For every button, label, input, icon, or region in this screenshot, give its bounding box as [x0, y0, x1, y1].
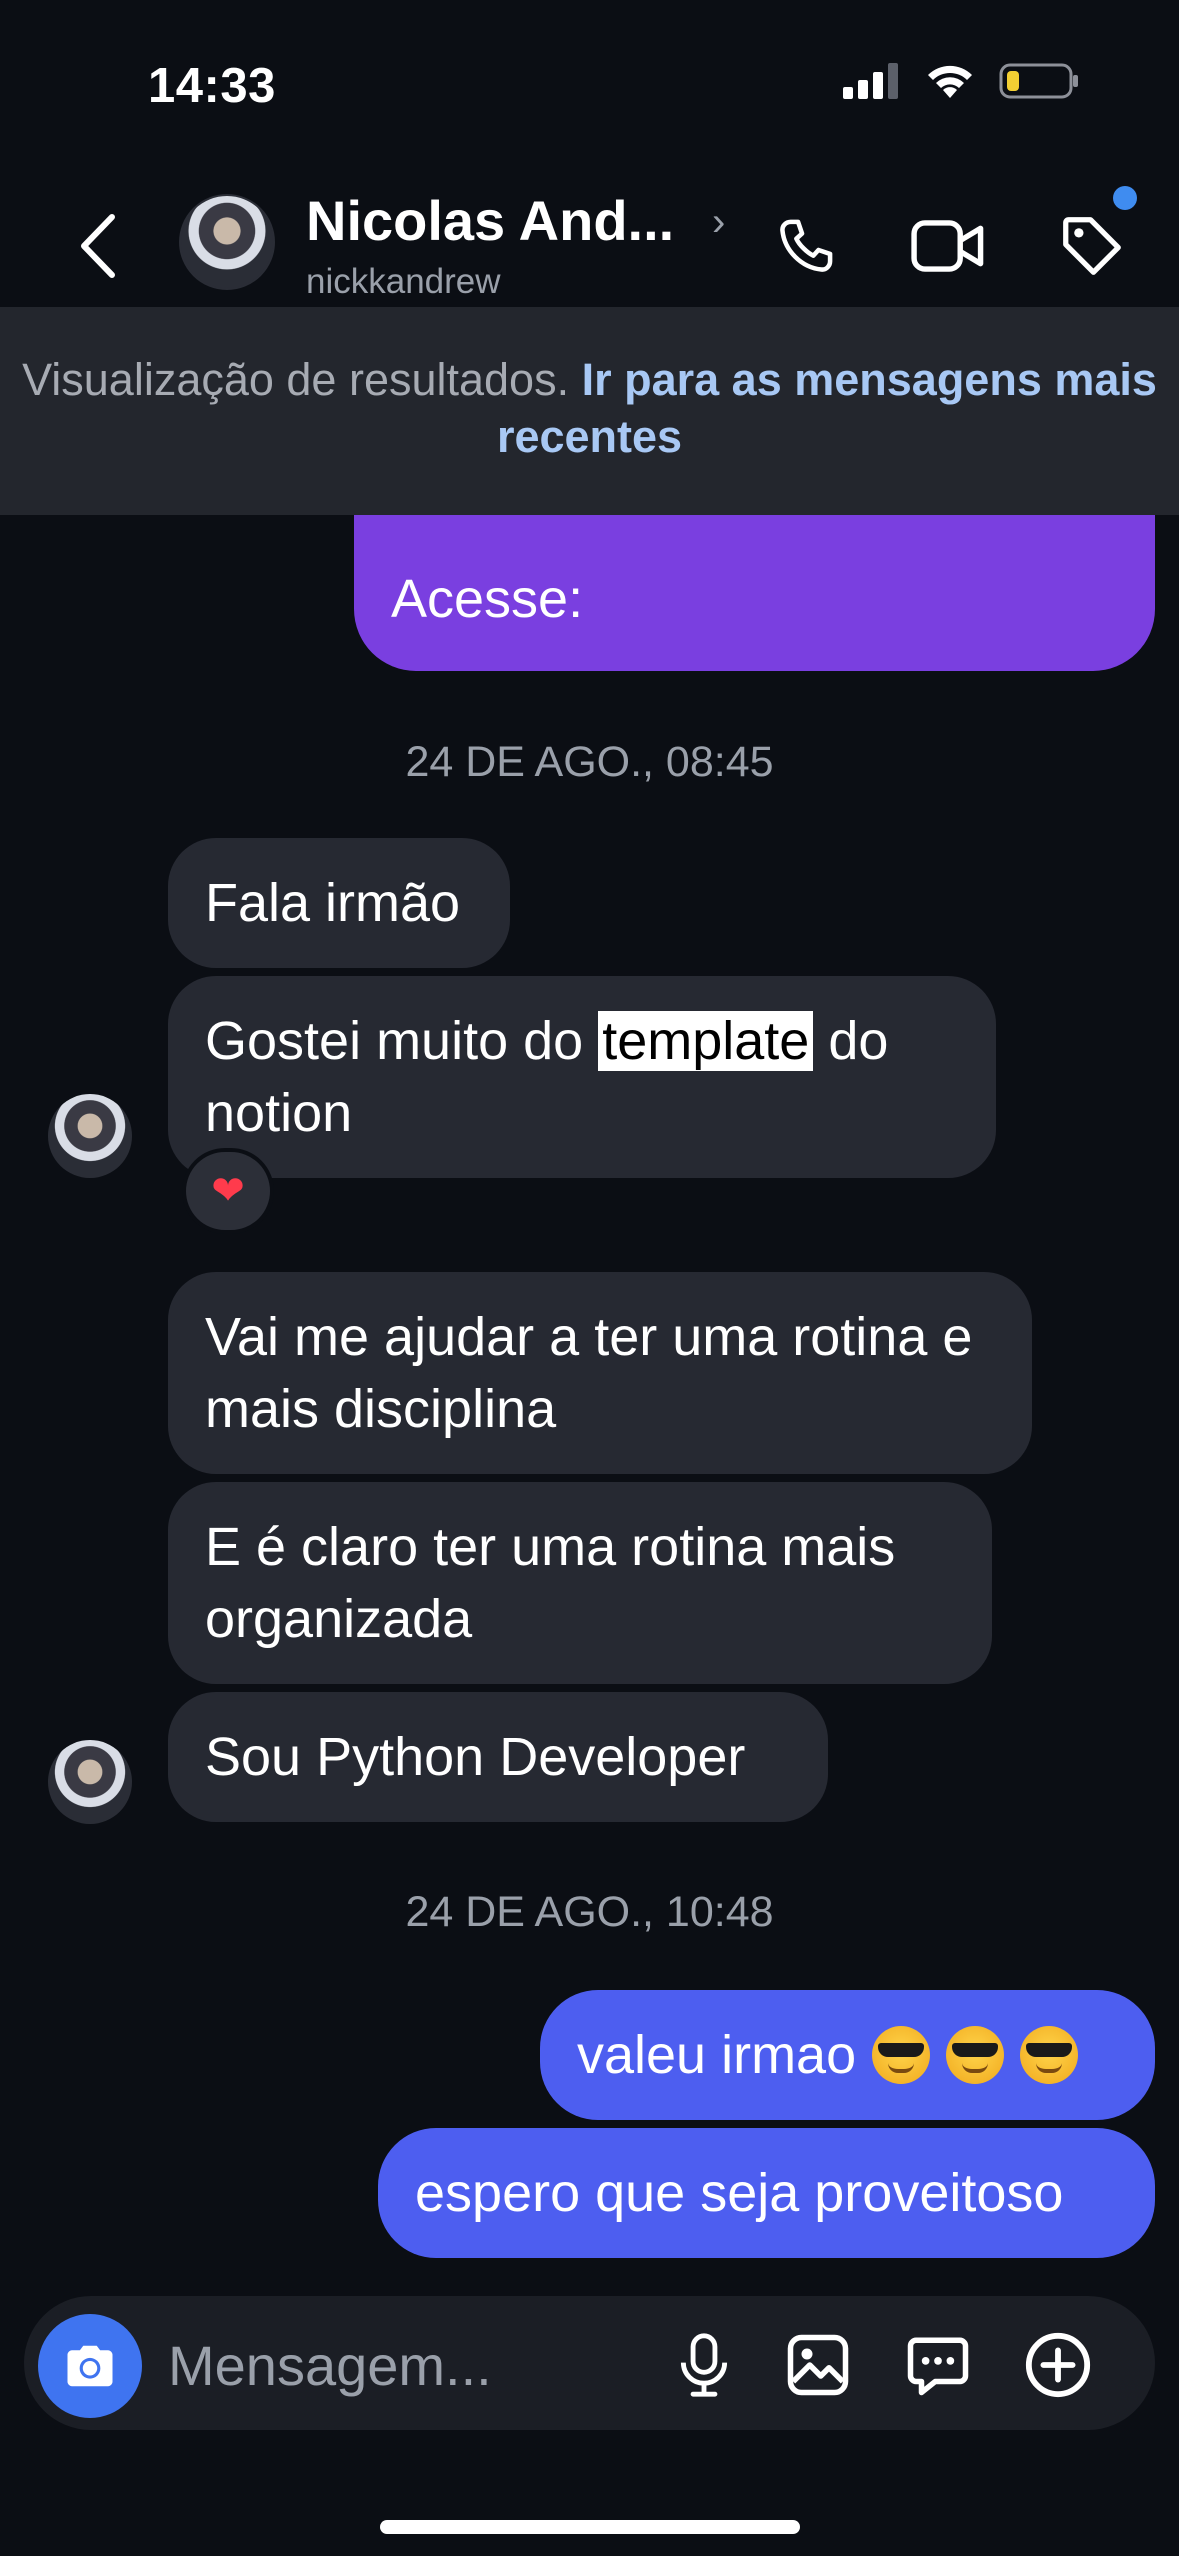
- sunglasses-emoji-icon: [1020, 2026, 1079, 2084]
- banner-text: Visualização de resultados.: [22, 354, 570, 405]
- tag-icon: [1063, 217, 1121, 275]
- wifi-icon: [928, 65, 972, 98]
- message-text-block: Gostei muito do template do notion: [205, 1005, 959, 1149]
- contact-name[interactable]: Nicolas And...: [306, 188, 674, 253]
- message-text: Vai me ajudar a ter uma rotina e mais di…: [205, 1307, 973, 1439]
- gallery-icon: [787, 2334, 849, 2396]
- outgoing-message-fragment[interactable]: Acesse:: [354, 515, 1155, 671]
- contact-username: nickkandrew: [306, 262, 501, 301]
- incoming-message[interactable]: Fala irmão: [168, 838, 510, 968]
- incoming-message[interactable]: Sou Python Developer: [168, 1692, 828, 1822]
- sender-avatar[interactable]: [48, 1094, 132, 1178]
- sunglasses-emoji-icon: [946, 2026, 1005, 2084]
- camera-button[interactable]: [38, 2314, 142, 2418]
- video-call-button[interactable]: [908, 206, 988, 286]
- message-text: espero que seja proveitoso: [415, 2163, 1064, 2223]
- incoming-message[interactable]: E é claro ter uma rotina mais organizada: [168, 1482, 992, 1684]
- incoming-message[interactable]: Vai me ajudar a ter uma rotina e mais di…: [168, 1272, 1032, 1474]
- heart-icon: ❤: [211, 1169, 245, 1213]
- tag-button[interactable]: [1052, 206, 1132, 286]
- banner-text-block: Visualização de resultados. Ir para as m…: [0, 351, 1179, 465]
- message-text: Acesse:: [391, 569, 584, 629]
- search-results-banner: Visualização de resultados. Ir para as m…: [0, 307, 1179, 515]
- call-button[interactable]: [766, 206, 846, 286]
- camera-icon: [67, 2345, 113, 2387]
- message-text: Sou Python Developer: [205, 1727, 746, 1787]
- sticker-icon: [907, 2337, 969, 2396]
- microphone-icon: [680, 2333, 728, 2397]
- incoming-message[interactable]: Gostei muito do template do notion: [168, 976, 996, 1178]
- chevron-right-icon[interactable]: ›: [712, 200, 725, 245]
- gallery-button[interactable]: [778, 2325, 858, 2405]
- sender-avatar[interactable]: [48, 1740, 132, 1824]
- status-time: 14:33: [148, 59, 276, 113]
- search-highlight: template: [598, 1011, 814, 1071]
- heart-reaction[interactable]: ❤: [182, 1148, 274, 1234]
- back-button[interactable]: [68, 206, 128, 286]
- outgoing-message[interactable]: espero que seja proveitoso: [378, 2128, 1155, 2258]
- signal-icon: [843, 63, 898, 99]
- plus-circle-icon: [1025, 2332, 1091, 2398]
- message-text: valeu irmao: [577, 2025, 857, 2085]
- phone-icon: [780, 219, 833, 272]
- notification-dot: [1113, 186, 1137, 210]
- message-text: E é claro ter uma rotina mais organizada: [205, 1517, 896, 1649]
- sunglasses-emoji-icon: [872, 2026, 931, 2084]
- video-camera-icon: [911, 220, 984, 272]
- battery-icon: [999, 63, 1078, 99]
- more-options-button[interactable]: [1018, 2325, 1098, 2405]
- message-input[interactable]: [168, 2320, 638, 2410]
- timestamp: 24 DE AGO., 10:48: [405, 1888, 774, 1936]
- back-chevron-icon: [81, 214, 115, 278]
- status-icons: [843, 62, 1079, 100]
- home-indicator[interactable]: [380, 2520, 800, 2534]
- message-text: Fala irmão: [205, 873, 461, 933]
- contact-avatar[interactable]: [179, 194, 275, 290]
- microphone-button[interactable]: [664, 2325, 744, 2405]
- timestamp: 24 DE AGO., 08:45: [405, 738, 774, 786]
- go-to-recent-link[interactable]: Ir para as mensagens mais recentes: [497, 354, 1157, 462]
- message-text: Gostei muito do: [205, 1011, 599, 1071]
- outgoing-message[interactable]: valeu irmao: [540, 1990, 1155, 2120]
- sticker-button[interactable]: [898, 2325, 978, 2405]
